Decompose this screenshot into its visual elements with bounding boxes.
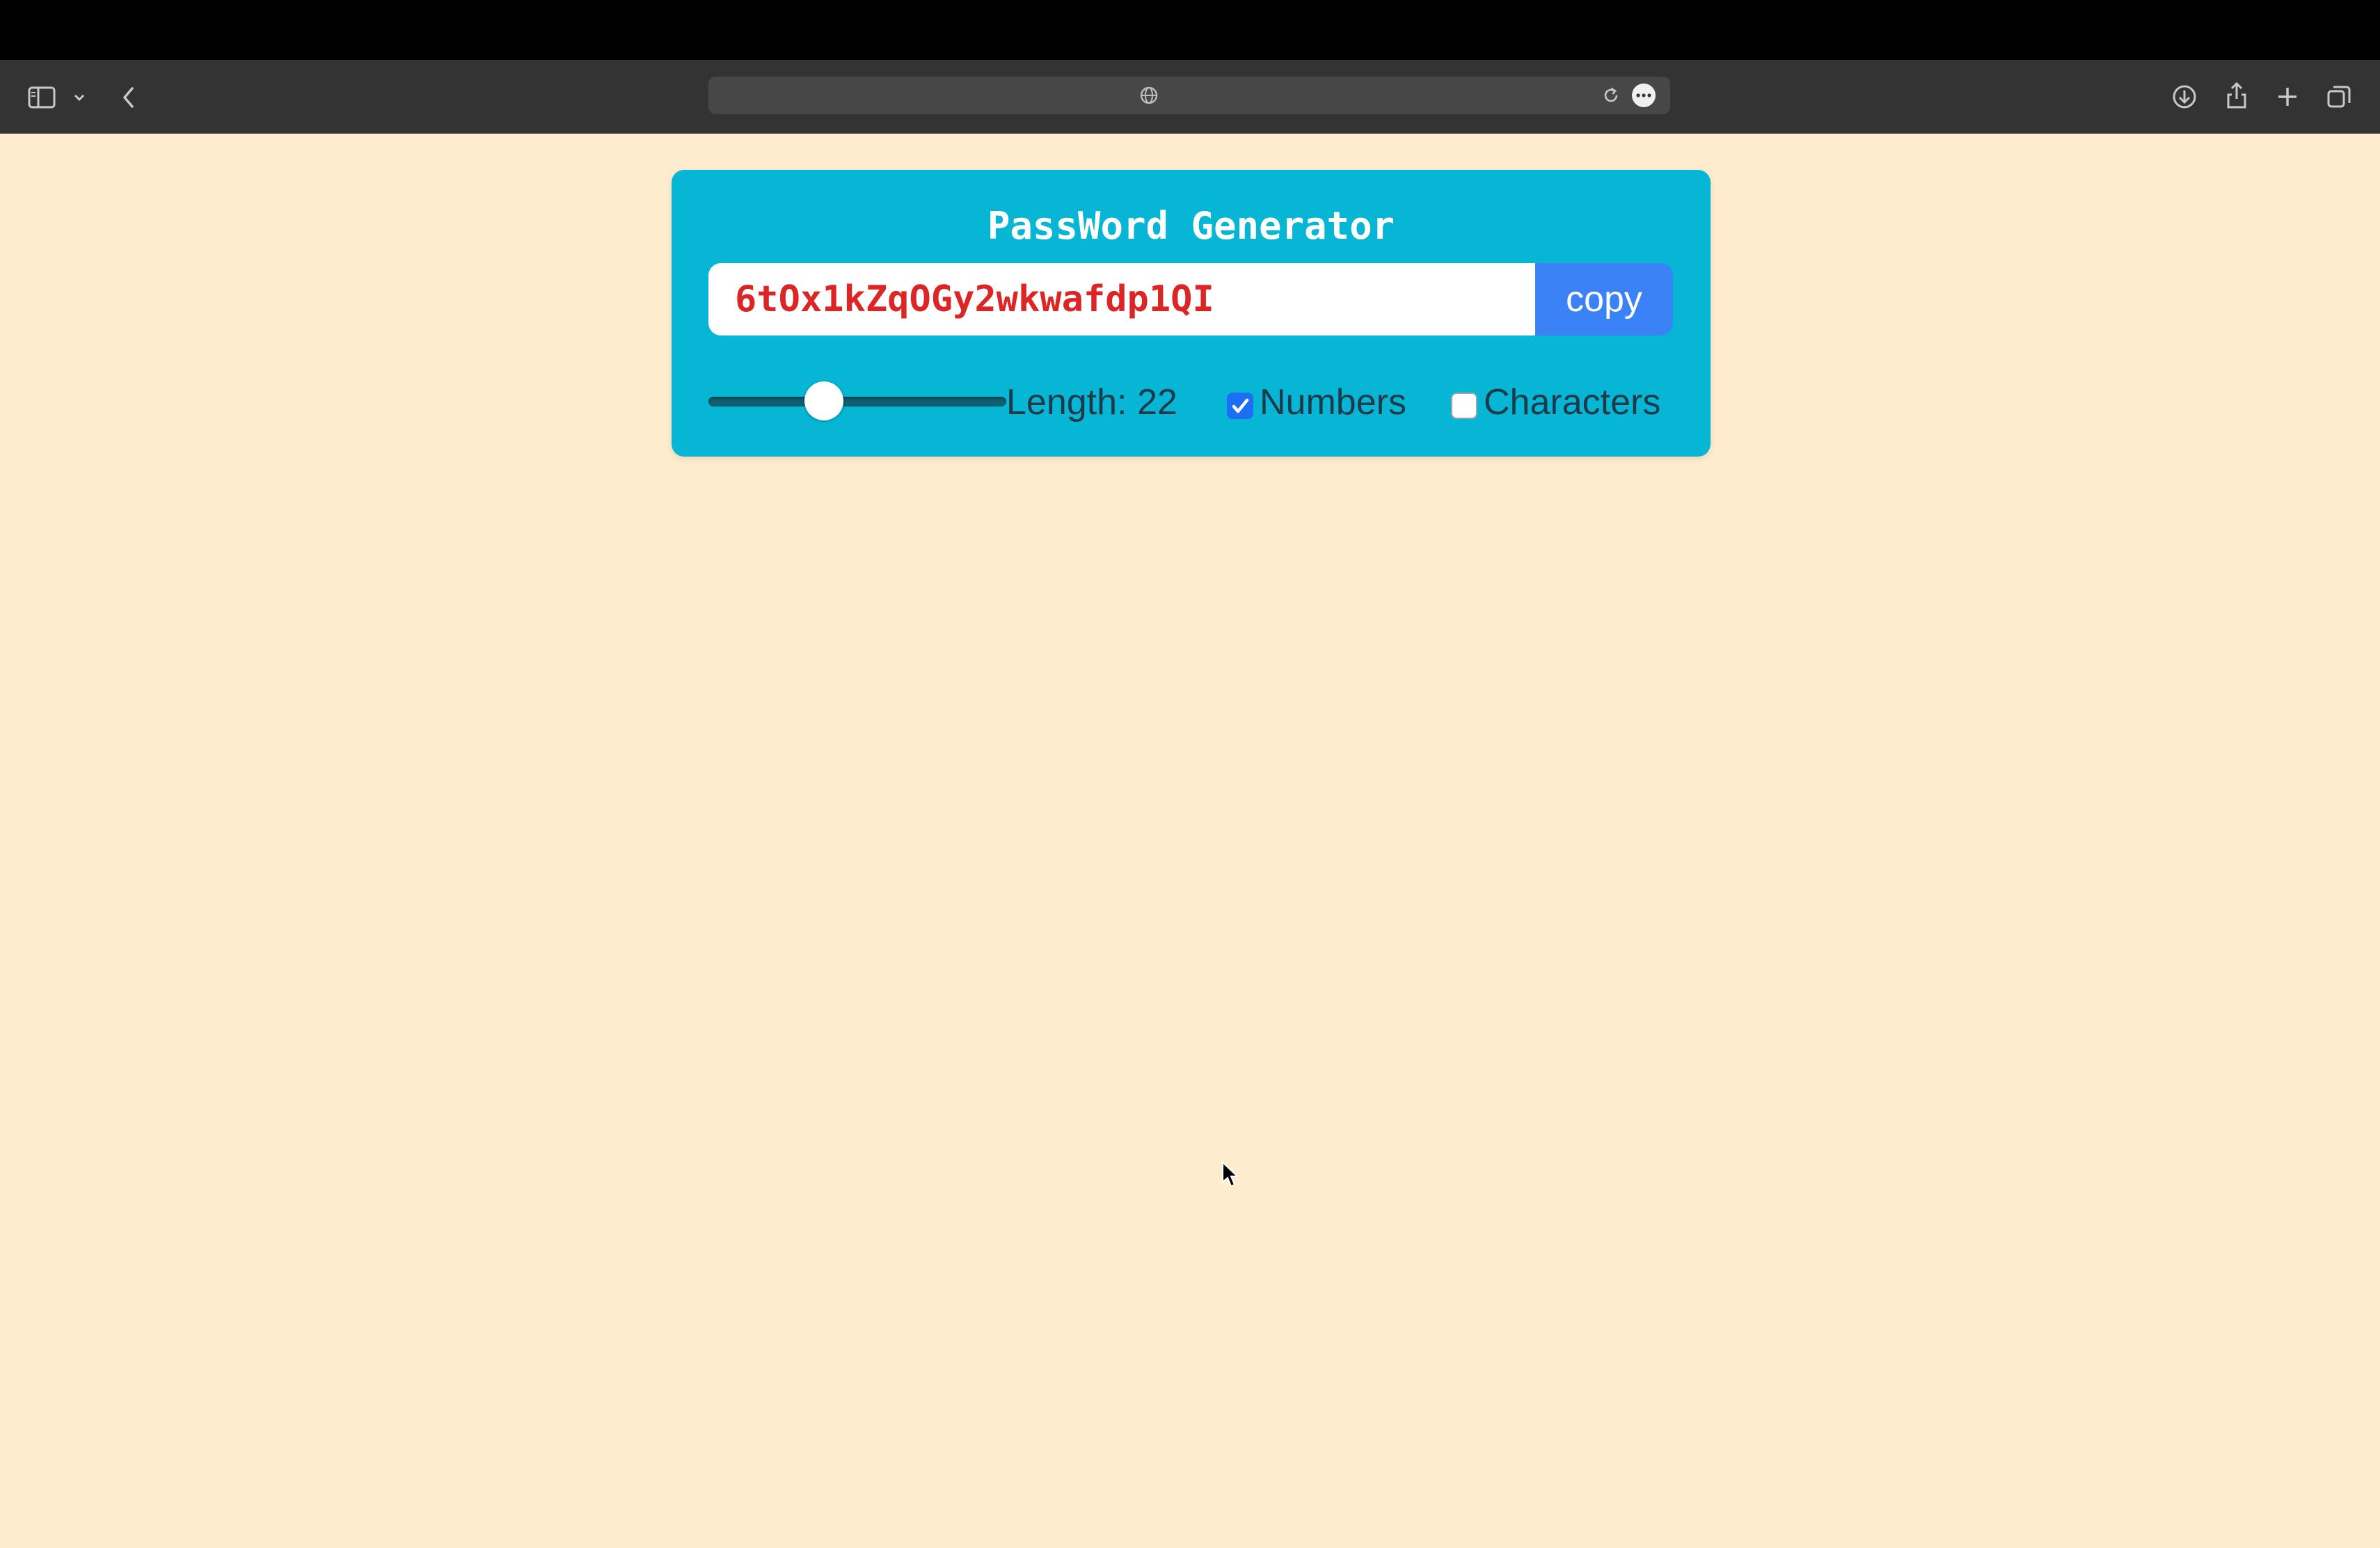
menu-bar-area <box>0 0 2380 60</box>
page-title: PassWord Generator <box>987 204 1395 248</box>
chevron-down-icon[interactable] <box>71 90 88 104</box>
length-label: Length: 22 <box>1006 382 1177 422</box>
share-icon[interactable] <box>2223 79 2251 111</box>
mouse-pointer-icon <box>1221 1160 1241 1192</box>
characters-label[interactable]: Characters <box>1484 380 1660 425</box>
new-tab-icon[interactable] <box>2273 82 2302 111</box>
globe-icon <box>1139 85 1159 106</box>
copy-button[interactable]: copy <box>1535 263 1673 335</box>
numbers-checkbox[interactable] <box>1227 393 1253 419</box>
characters-checkbox[interactable] <box>1451 393 1477 419</box>
length-slider-thumb[interactable] <box>804 381 843 420</box>
download-icon[interactable] <box>2170 82 2199 111</box>
password-field[interactable] <box>708 263 1535 335</box>
address-bar[interactable] <box>708 77 1670 114</box>
tabs-overview-icon[interactable] <box>2324 82 2354 111</box>
more-icon[interactable] <box>1631 83 1656 108</box>
length-slider[interactable] <box>708 397 1006 406</box>
checkmark-icon <box>1232 398 1249 413</box>
reload-icon[interactable] <box>1601 85 1621 106</box>
numbers-label[interactable]: Numbers <box>1260 380 1406 425</box>
sidebar-icon[interactable] <box>26 84 57 111</box>
back-icon[interactable] <box>117 84 141 111</box>
